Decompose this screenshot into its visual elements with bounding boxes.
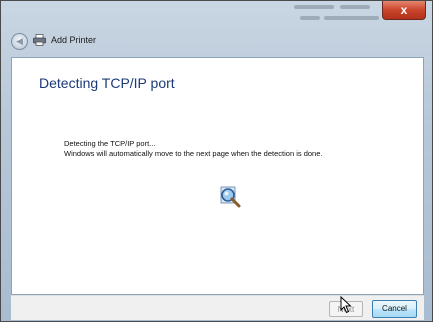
- background-window-blur: [284, 1, 394, 37]
- wizard-content: Detecting TCP/IP port Detecting the TCP/…: [11, 57, 424, 295]
- window-title: Add Printer: [51, 35, 97, 45]
- info-text: Windows will automatically move to the n…: [64, 149, 323, 158]
- page-heading: Detecting TCP/IP port: [39, 75, 175, 91]
- close-button[interactable]: x: [382, 1, 426, 20]
- cancel-button[interactable]: Cancel: [372, 300, 417, 318]
- printer-icon: [33, 34, 46, 46]
- status-text: Detecting the TCP/IP port...: [64, 139, 156, 148]
- title-bar: x ◀ Add Printer: [1, 1, 432, 51]
- mouse-pointer-icon: [340, 296, 352, 314]
- back-arrow-icon[interactable]: ◀: [11, 33, 28, 50]
- magnifier-search-icon: [220, 186, 241, 208]
- wizard-footer: Next Cancel: [11, 295, 424, 320]
- add-printer-window: x ◀ Add Printer Detecting TCP/IP port De…: [0, 0, 433, 322]
